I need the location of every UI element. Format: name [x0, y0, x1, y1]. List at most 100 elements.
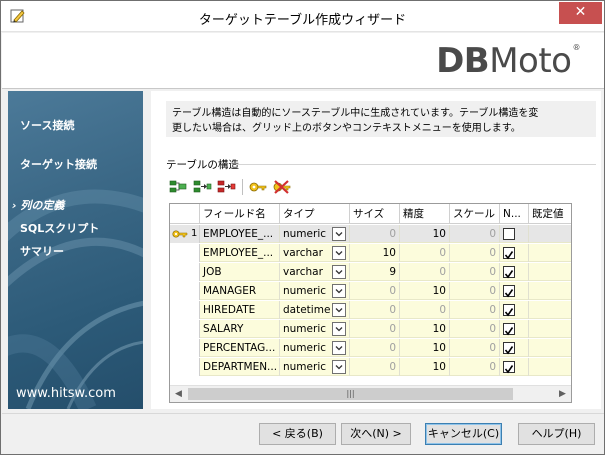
cell-size[interactable]: 9: [350, 263, 400, 281]
cancel-button[interactable]: キャンセル(C): [425, 423, 502, 445]
cell-field-name[interactable]: MANAGER: [200, 282, 280, 300]
set-key-icon[interactable]: [248, 177, 268, 197]
nullable-checkbox[interactable]: [503, 266, 515, 279]
nullable-checkbox[interactable]: [503, 285, 515, 298]
cell-size[interactable]: 0: [350, 339, 400, 357]
cell-type[interactable]: numeric: [280, 225, 350, 243]
delete-column-icon[interactable]: [216, 177, 236, 197]
cell-size[interactable]: 0: [350, 225, 400, 243]
cell-type[interactable]: varchar: [280, 263, 350, 281]
row-header[interactable]: [170, 339, 200, 357]
cell-size[interactable]: 0: [350, 282, 400, 300]
cell-size[interactable]: 0: [350, 358, 400, 376]
col-header-default[interactable]: 既定値: [529, 204, 571, 224]
row-header[interactable]: [170, 320, 200, 338]
col-header-nullable[interactable]: N...: [500, 204, 529, 224]
horizontal-scrollbar[interactable]: ◀ ||| ▶: [170, 385, 571, 402]
type-dropdown[interactable]: [332, 227, 346, 241]
cell-precision[interactable]: 0: [400, 263, 450, 281]
cell-precision[interactable]: 10: [400, 339, 450, 357]
scrollbar-thumb[interactable]: |||: [188, 388, 513, 400]
cell-type[interactable]: numeric: [280, 320, 350, 338]
cell-default[interactable]: [529, 301, 571, 319]
cell-precision[interactable]: 0: [400, 301, 450, 319]
close-button[interactable]: ✕: [559, 2, 602, 24]
cell-default[interactable]: [529, 358, 571, 376]
nullable-checkbox[interactable]: [503, 361, 515, 374]
col-header-scale[interactable]: スケール: [450, 204, 500, 224]
row-header[interactable]: [170, 263, 200, 281]
col-header-precision[interactable]: 精度: [400, 204, 450, 224]
cell-field-name[interactable]: EMPLOYEE_...: [200, 225, 280, 243]
table-row[interactable]: DEPARTMEN... numeric 0 10 0: [170, 358, 571, 376]
cell-precision[interactable]: 10: [400, 282, 450, 300]
table-row[interactable]: SALARY numeric 0 10 0: [170, 320, 571, 338]
cell-type[interactable]: datetime: [280, 301, 350, 319]
cell-field-name[interactable]: DEPARTMEN...: [200, 358, 280, 376]
cell-field-name[interactable]: SALARY: [200, 320, 280, 338]
row-header[interactable]: [170, 244, 200, 262]
col-header-type[interactable]: タイプ: [280, 204, 350, 224]
cell-default[interactable]: [529, 320, 571, 338]
cell-field-name[interactable]: JOB: [200, 263, 280, 281]
nullable-checkbox[interactable]: [503, 304, 515, 317]
table-row[interactable]: JOB varchar 9 0 0: [170, 263, 571, 281]
cell-scale[interactable]: 0: [450, 358, 500, 376]
cell-precision[interactable]: 0: [400, 244, 450, 262]
type-dropdown[interactable]: [332, 246, 346, 260]
scroll-left-arrow-icon[interactable]: ◀: [170, 386, 187, 402]
cell-precision[interactable]: 10: [400, 358, 450, 376]
row-header[interactable]: 1: [170, 225, 200, 243]
table-row[interactable]: 1 EMPLOYEE_... numeric 0 10 0: [170, 225, 571, 243]
remove-key-icon[interactable]: [272, 177, 292, 197]
cell-scale[interactable]: 0: [450, 225, 500, 243]
cell-scale[interactable]: 0: [450, 320, 500, 338]
cell-default[interactable]: [529, 263, 571, 281]
type-dropdown[interactable]: [332, 265, 346, 279]
cell-field-name[interactable]: EMPLOYEE_...: [200, 244, 280, 262]
table-row[interactable]: EMPLOYEE_... varchar 10 0 0: [170, 244, 571, 262]
cell-size[interactable]: 10: [350, 244, 400, 262]
cell-default[interactable]: [529, 339, 571, 357]
cell-scale[interactable]: 0: [450, 244, 500, 262]
table-row[interactable]: MANAGER numeric 0 10 0: [170, 282, 571, 300]
add-column-icon[interactable]: [168, 177, 188, 197]
type-dropdown[interactable]: [332, 360, 346, 374]
cell-size[interactable]: 0: [350, 320, 400, 338]
nullable-checkbox[interactable]: [503, 247, 515, 260]
cell-type[interactable]: varchar: [280, 244, 350, 262]
type-dropdown[interactable]: [332, 341, 346, 355]
scroll-right-arrow-icon[interactable]: ▶: [554, 386, 571, 402]
next-button[interactable]: 次へ(N) >: [341, 423, 411, 445]
cell-field-name[interactable]: HIREDATE: [200, 301, 280, 319]
nullable-checkbox[interactable]: [503, 342, 515, 355]
type-dropdown[interactable]: [332, 303, 346, 317]
nullable-checkbox[interactable]: [503, 323, 515, 336]
help-button[interactable]: ヘルプ(H): [518, 423, 595, 445]
table-row[interactable]: PERCENTAG... numeric 0 10 0: [170, 339, 571, 357]
cell-type[interactable]: numeric: [280, 339, 350, 357]
cell-default[interactable]: [529, 225, 571, 243]
type-dropdown[interactable]: [332, 284, 346, 298]
cell-scale[interactable]: 0: [450, 301, 500, 319]
cell-field-name[interactable]: PERCENTAG...: [200, 339, 280, 357]
row-header[interactable]: [170, 358, 200, 376]
cell-scale[interactable]: 0: [450, 282, 500, 300]
cell-default[interactable]: [529, 244, 571, 262]
row-header[interactable]: [170, 301, 200, 319]
table-row[interactable]: HIREDATE datetime 0 0 0: [170, 301, 571, 319]
cell-type[interactable]: numeric: [280, 282, 350, 300]
cell-precision[interactable]: 10: [400, 225, 450, 243]
row-header[interactable]: [170, 282, 200, 300]
nullable-checkbox[interactable]: [503, 228, 515, 240]
cell-scale[interactable]: 0: [450, 263, 500, 281]
cell-scale[interactable]: 0: [450, 339, 500, 357]
cell-type[interactable]: numeric: [280, 358, 350, 376]
cell-default[interactable]: [529, 282, 571, 300]
table-structure-grid[interactable]: フィールド名 タイプ サイズ 精度 スケール N... 既定値 1 EMPLOYE…: [169, 203, 572, 403]
insert-column-icon[interactable]: [192, 177, 212, 197]
col-header-size[interactable]: サイズ: [350, 204, 400, 224]
back-button[interactable]: < 戻る(B): [259, 423, 336, 445]
col-header-field-name[interactable]: フィールド名: [200, 204, 280, 224]
cell-size[interactable]: 0: [350, 301, 400, 319]
